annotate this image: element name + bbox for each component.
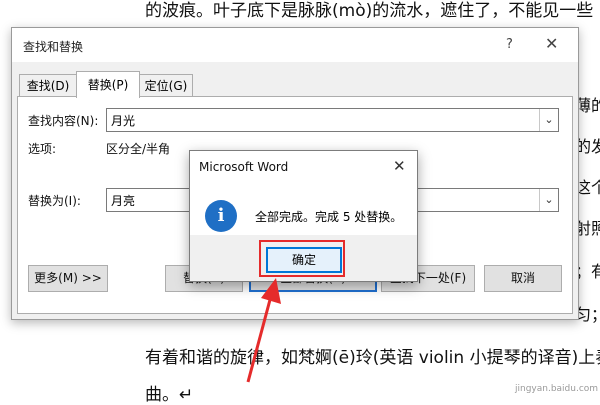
annotation-arrow-icon — [246, 278, 281, 383]
watermark: jingyan.baidu.com — [515, 384, 599, 394]
tab-replace[interactable]: 替换(P) — [76, 71, 140, 98]
